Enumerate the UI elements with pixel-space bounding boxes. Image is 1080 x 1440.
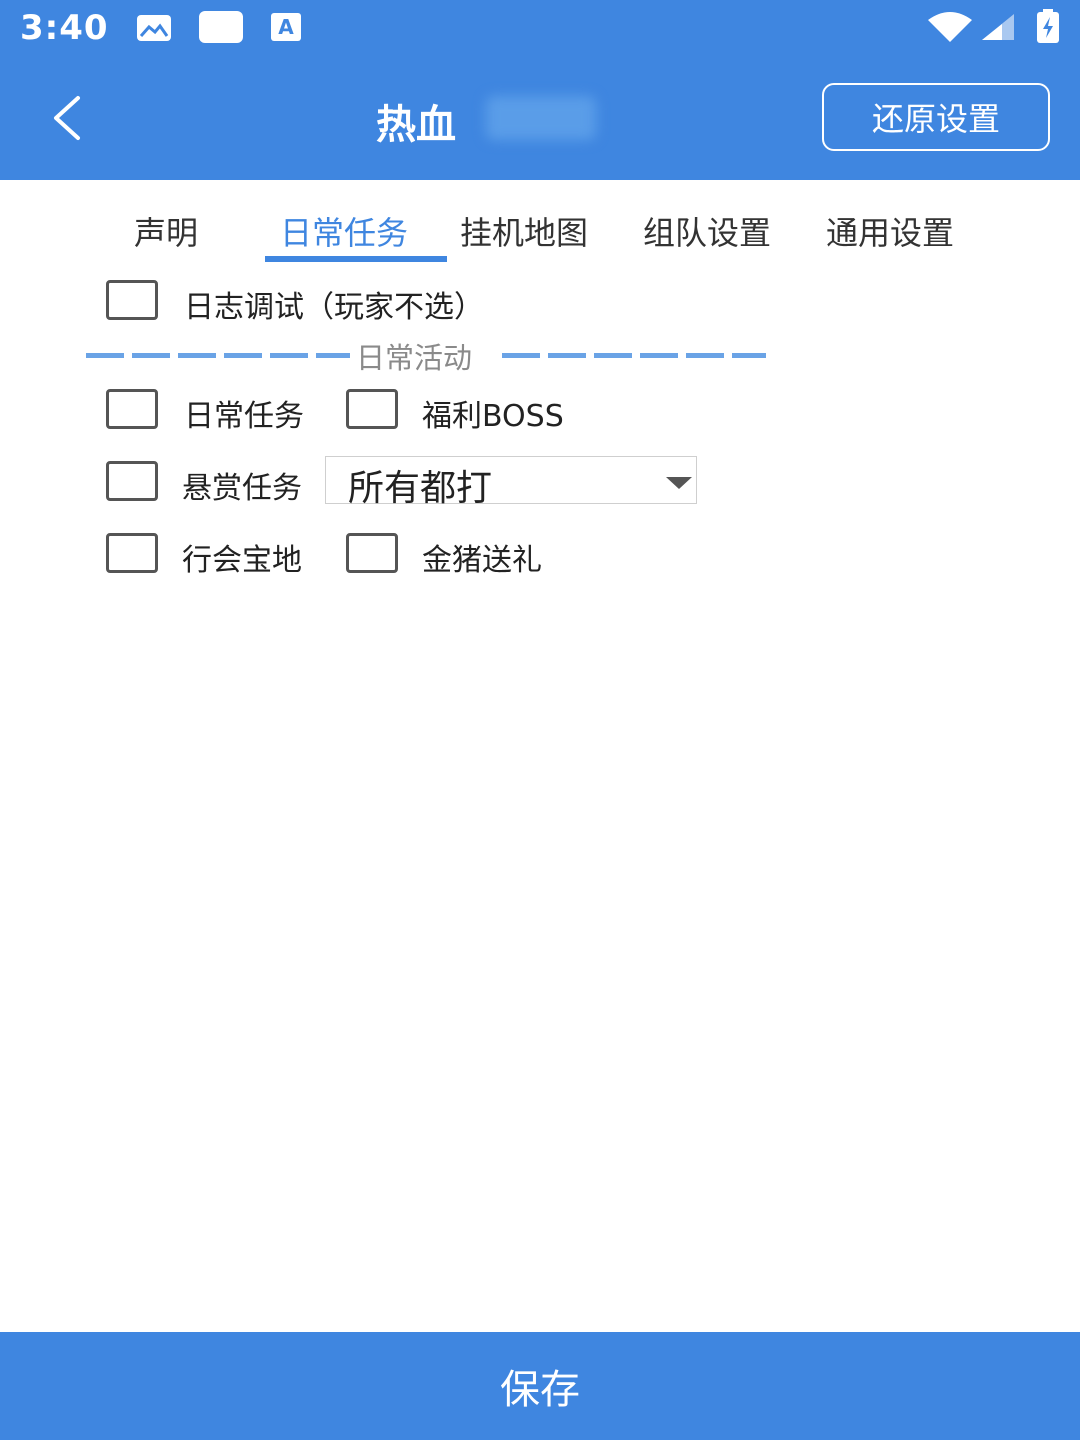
text-icon: A — [271, 13, 301, 41]
log-debug-checkbox[interactable] — [106, 280, 158, 320]
log-debug-label: 日志调试（玩家不选） — [184, 290, 484, 325]
golden-pig-label: 金猪送礼 — [422, 543, 542, 578]
bounty-task-label: 悬赏任务 — [182, 471, 302, 506]
bounty-mode-value: 所有都打 — [348, 468, 493, 509]
status-time: 3:40 — [20, 8, 109, 48]
active-tab-indicator — [265, 256, 447, 262]
notification-box-icon — [199, 11, 243, 43]
tab-bar: 声明 日常任务 挂机地图 组队设置 通用设置 — [0, 205, 1080, 265]
bounty-mode-select[interactable]: 所有都打 — [325, 456, 697, 509]
save-button[interactable]: 保存 — [0, 1332, 1080, 1440]
tab-team-settings[interactable]: 组队设置 — [643, 205, 771, 265]
tab-statement[interactable]: 声明 — [134, 205, 198, 265]
status-bar: 3:40 A — [0, 0, 1080, 56]
daily-task-label: 日常任务 — [184, 399, 304, 434]
chevron-left-icon[interactable] — [40, 88, 100, 148]
signal-icon — [982, 14, 1014, 40]
section-divider-right — [502, 353, 766, 358]
title-redaction — [486, 96, 596, 140]
battery-icon — [1037, 9, 1059, 43]
dropdown-arrow-icon — [666, 477, 692, 489]
wifi-icon — [928, 12, 972, 42]
tab-general-settings[interactable]: 通用设置 — [826, 205, 954, 265]
tab-idle-map[interactable]: 挂机地图 — [460, 205, 588, 265]
guild-treasure-label: 行会宝地 — [182, 543, 302, 578]
app-header: 3:40 A 热血 还原设置 — [0, 0, 1080, 180]
bounty-task-checkbox[interactable] — [106, 461, 158, 501]
welfare-boss-label: 福利BOSS — [422, 399, 564, 434]
welfare-boss-checkbox[interactable] — [346, 389, 398, 429]
page-title: 热血 — [376, 102, 456, 148]
image-icon — [137, 15, 171, 41]
golden-pig-checkbox[interactable] — [346, 533, 398, 573]
svg-text:A: A — [278, 15, 294, 39]
section-divider-left — [86, 353, 350, 358]
section-title: 日常活动 — [356, 341, 473, 375]
guild-treasure-checkbox[interactable] — [106, 533, 158, 573]
daily-task-checkbox[interactable] — [106, 389, 158, 429]
restore-settings-button[interactable]: 还原设置 — [822, 83, 1050, 151]
